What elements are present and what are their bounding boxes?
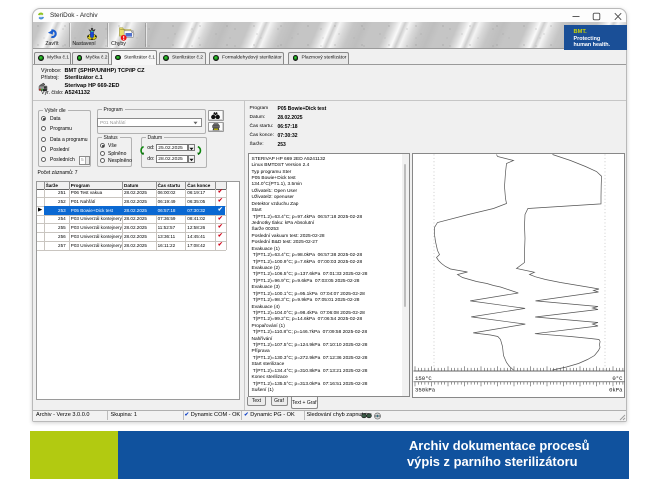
svg-text:350kPa: 350kPa [415, 386, 436, 393]
svg-text:150°C: 150°C [415, 374, 432, 381]
svg-text:0°C: 0°C [612, 374, 623, 381]
svg-text:0kPa: 0kPa [609, 386, 623, 393]
